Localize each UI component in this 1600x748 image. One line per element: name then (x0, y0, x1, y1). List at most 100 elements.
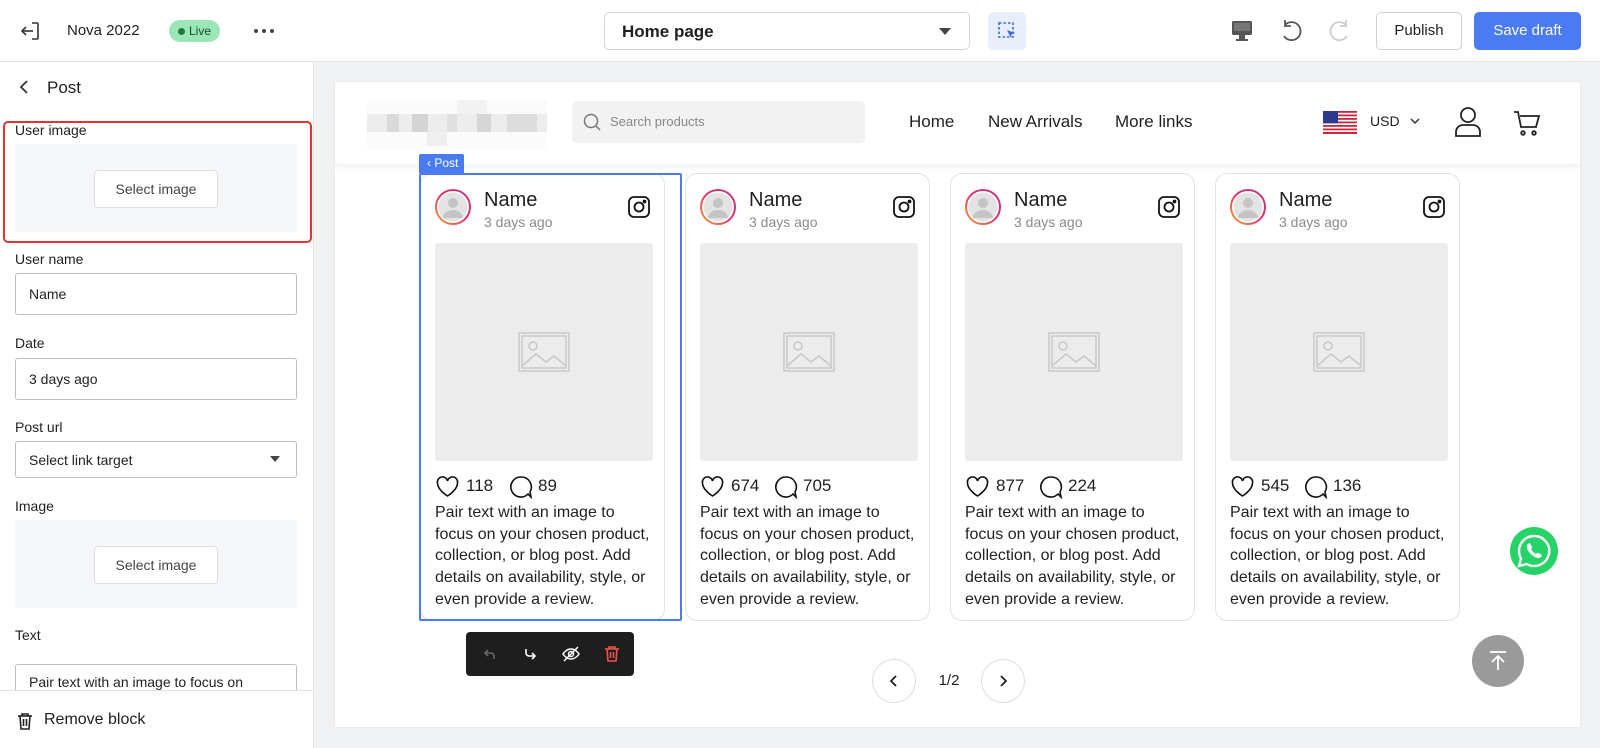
comment-icon[interactable] (1304, 475, 1328, 499)
post-image (1230, 243, 1448, 461)
post-url-select[interactable]: Select link target (15, 441, 297, 478)
user-name-label: User name (15, 251, 84, 267)
save-draft-button[interactable]: Save draft (1474, 12, 1581, 50)
exit-icon[interactable] (18, 19, 42, 43)
post-image (700, 243, 918, 461)
post-date: 3 days ago (749, 214, 818, 230)
chevron-left-icon (889, 675, 897, 687)
sidebar-title: Post (47, 78, 82, 97)
post-comments: 224 (1068, 476, 1097, 495)
delete-icon[interactable] (602, 644, 622, 664)
next-page-button[interactable] (981, 659, 1025, 703)
post-likes: 674 (731, 476, 760, 495)
date-label: Date (15, 335, 45, 351)
back-to-top-button[interactable] (1472, 635, 1524, 687)
post-url-label: Post url (15, 419, 63, 435)
hide-icon[interactable] (561, 644, 581, 664)
heart-icon[interactable] (700, 475, 725, 498)
remove-block-label: Remove block (44, 711, 146, 728)
us-flag-icon (1323, 111, 1357, 134)
undo-icon[interactable] (1277, 17, 1305, 45)
post-date: 3 days ago (1014, 214, 1083, 230)
select-image-button[interactable]: Select image (94, 546, 218, 584)
previous-page-button[interactable] (872, 659, 916, 703)
select-tool-icon (998, 22, 1015, 38)
store-preview: Search products Home New Arrivals More l… (335, 82, 1580, 727)
arrow-up-icon (1490, 651, 1506, 670)
page-indicator: 1/2 (938, 672, 960, 689)
instagram-icon[interactable] (1157, 195, 1181, 219)
image-placeholder-icon (1313, 332, 1365, 372)
user-image-dropzone[interactable]: Select image (15, 144, 297, 232)
post-likes: 545 (1261, 476, 1290, 495)
post-card[interactable]: Name 3 days ago 674 705 Pair text with a… (685, 173, 930, 621)
selected-block-outline (419, 173, 682, 621)
instagram-icon[interactable] (1422, 195, 1446, 219)
store-header: Search products Home New Arrivals More l… (335, 82, 1580, 164)
post-user-name: Name (1279, 189, 1333, 211)
heart-icon[interactable] (965, 475, 990, 498)
currency-selector[interactable]: USD (1370, 113, 1400, 129)
post-card[interactable]: Name 3 days ago 545 136 Pair text with a… (1215, 173, 1460, 621)
settings-sidebar: Post User image Select image User name N… (0, 62, 314, 748)
selected-block-label: Post (434, 156, 459, 170)
caret-down-icon (939, 28, 951, 35)
whatsapp-icon[interactable] (1509, 526, 1559, 576)
post-image (965, 243, 1183, 461)
post-date: 3 days ago (1279, 214, 1348, 230)
remove-block-button[interactable]: Remove block (0, 690, 313, 748)
desktop-icon[interactable] (1228, 17, 1256, 45)
image-placeholder-icon (783, 332, 835, 372)
user-name-field[interactable]: Name (15, 273, 297, 315)
post-user-name: Name (749, 189, 803, 211)
blurred-logo (367, 100, 547, 150)
date-field[interactable]: 3 days ago (15, 358, 297, 400)
publish-button[interactable]: Publish (1376, 12, 1462, 50)
post-likes: 877 (996, 476, 1025, 495)
chevron-down-icon[interactable] (1409, 115, 1421, 127)
top-bar: Nova 2022 Live Home page Publish Save dr… (0, 0, 1600, 62)
comment-icon[interactable] (774, 475, 798, 499)
text-label: Text (15, 627, 41, 643)
block-toolbar (466, 632, 634, 676)
selected-block-tag[interactable]: ‹ Post (419, 154, 465, 173)
nav-home[interactable]: Home (909, 112, 954, 132)
post-text: Pair text with an image to focus on your… (965, 504, 1180, 608)
user-icon[interactable] (1453, 106, 1483, 138)
nav-more-links[interactable]: More links (1115, 112, 1192, 132)
post-comments: 136 (1333, 476, 1362, 495)
store-name: Nova 2022 (67, 22, 140, 39)
search-box[interactable]: Search products (572, 101, 865, 143)
avatar-icon (1230, 189, 1266, 225)
status-badge: Live (169, 20, 221, 42)
redo-icon[interactable] (1326, 17, 1354, 45)
cart-icon[interactable] (1512, 108, 1542, 138)
more-icon[interactable] (252, 20, 276, 42)
search-placeholder: Search products (610, 114, 705, 129)
post-text: Pair text with an image to focus on your… (700, 504, 915, 608)
back-icon[interactable] (16, 77, 32, 97)
select-user-image-button[interactable]: Select image (94, 170, 218, 208)
move-down-icon[interactable] (520, 644, 540, 664)
user-image-label: User image (15, 122, 87, 138)
post-url-value: Select link target (29, 452, 133, 468)
nav-new-arrivals[interactable]: New Arrivals (988, 112, 1082, 132)
caret-down-icon (270, 456, 280, 462)
chevron-right-icon (1000, 675, 1008, 687)
heart-icon[interactable] (1230, 475, 1255, 498)
search-icon (583, 113, 601, 131)
avatar-icon (700, 189, 736, 225)
avatar-icon (965, 189, 1001, 225)
page-selector[interactable]: Home page (604, 12, 970, 50)
image-dropzone[interactable]: Select image (15, 520, 297, 608)
comment-icon[interactable] (1039, 475, 1063, 499)
post-card[interactable]: Name 3 days ago 877 224 Pair text with a… (950, 173, 1195, 621)
page-selector-label: Home page (622, 22, 714, 41)
image-label: Image (15, 498, 54, 514)
select-tool-button[interactable] (988, 12, 1026, 50)
trash-icon (18, 713, 32, 730)
image-placeholder-icon (1048, 332, 1100, 372)
post-user-name: Name (1014, 189, 1068, 211)
instagram-icon[interactable] (892, 195, 916, 219)
move-up-icon[interactable] (480, 644, 500, 664)
